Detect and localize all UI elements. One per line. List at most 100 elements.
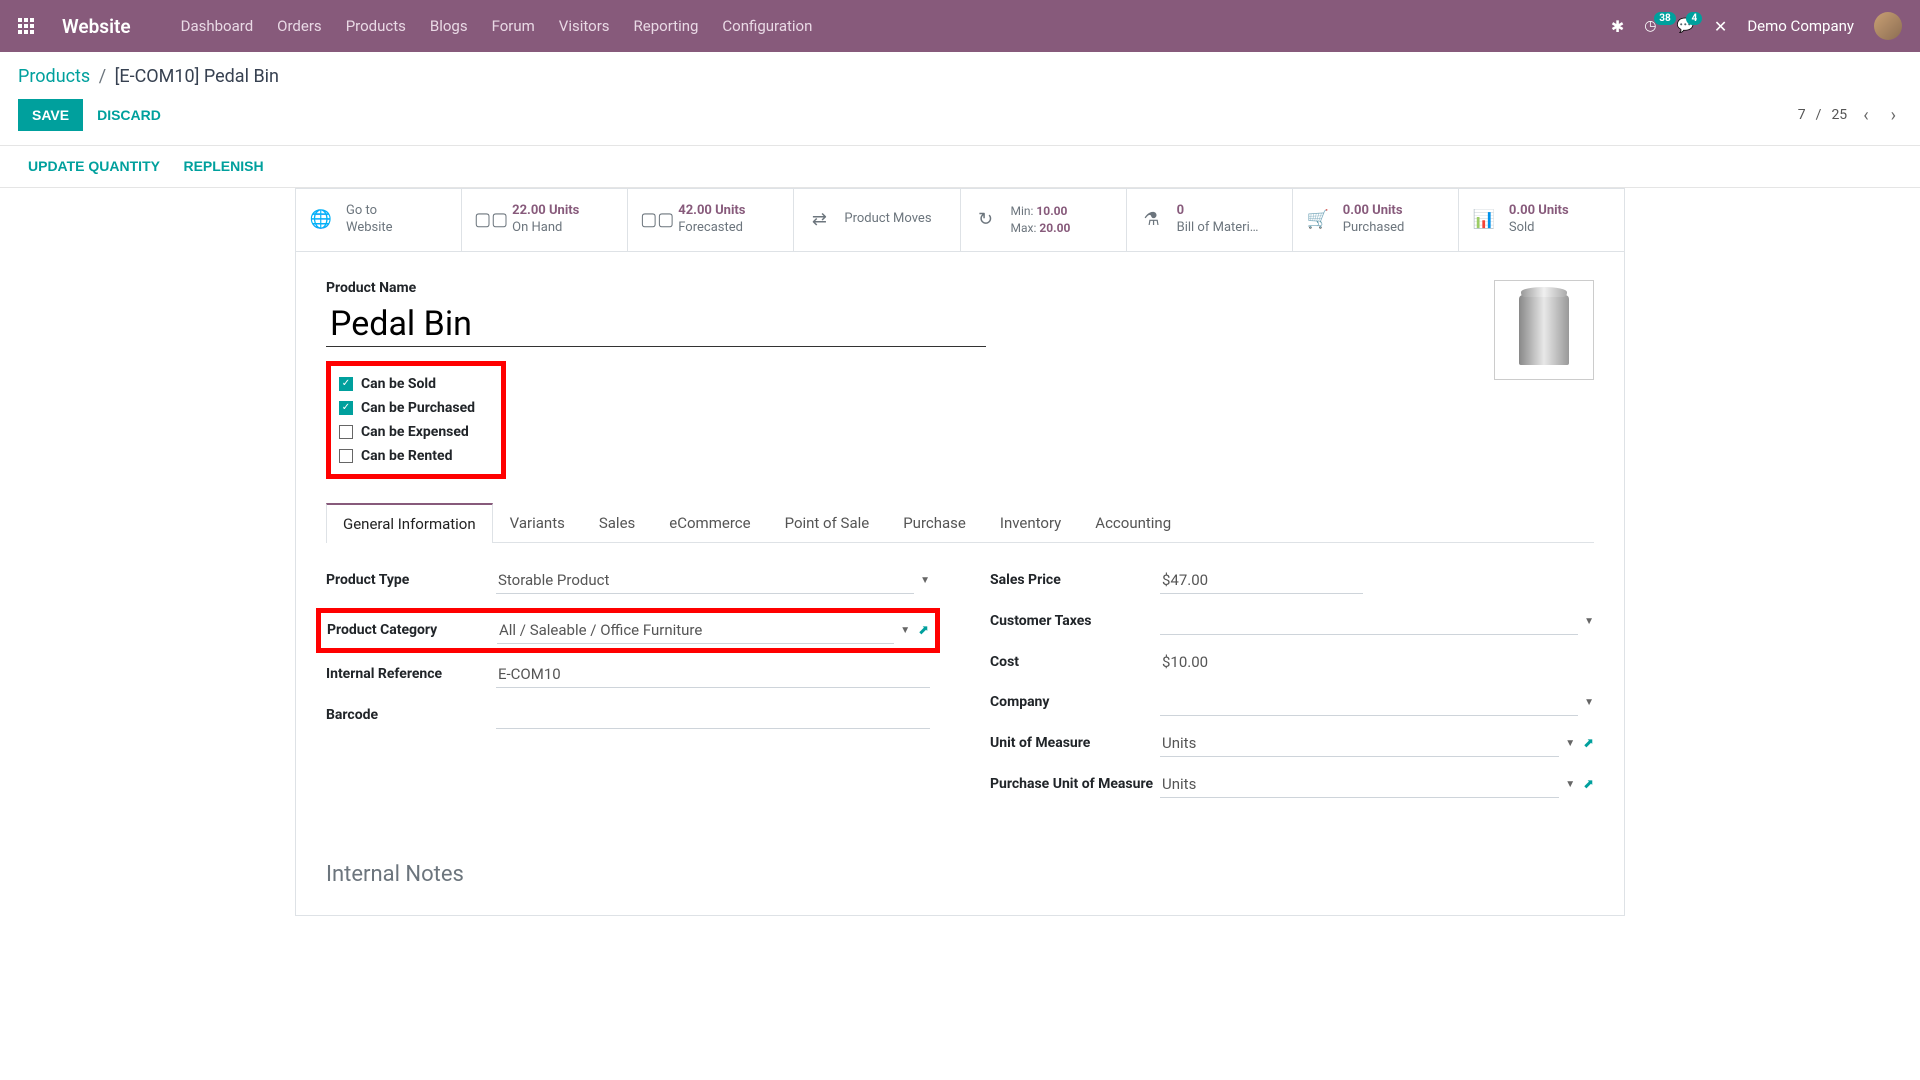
caret-icon: ▼ <box>1584 616 1594 627</box>
arrows-icon: ⇄ <box>806 209 832 230</box>
tab-variants[interactable]: Variants <box>493 503 582 542</box>
chat-badge[interactable]: 💬 4 <box>1676 18 1693 34</box>
tab-purchase[interactable]: Purchase <box>886 503 983 542</box>
timer-badge[interactable]: ◷ 38 <box>1644 18 1656 34</box>
row-uom: Unit of Measure ▼ ⬈ <box>990 730 1594 757</box>
save-button[interactable]: SAVE <box>18 99 83 131</box>
nav-visitors[interactable]: Visitors <box>559 17 610 35</box>
caret-icon: ▼ <box>920 575 930 586</box>
stat-website[interactable]: 🌐 Go toWebsite <box>296 189 462 251</box>
uom-select[interactable]: ▼ <box>1160 730 1575 757</box>
company-name[interactable]: Demo Company <box>1747 17 1854 35</box>
row-customer-taxes: Customer Taxes ▼ <box>990 608 1594 635</box>
tab-sales[interactable]: Sales <box>582 503 652 542</box>
tab-accounting[interactable]: Accounting <box>1078 503 1188 542</box>
timer-count: 38 <box>1654 12 1675 25</box>
stat-minmax[interactable]: ↻ Min: 10.00Max: 20.00 <box>961 189 1127 251</box>
tab-inventory[interactable]: Inventory <box>983 503 1078 542</box>
nav-right: ✱ ◷ 38 💬 4 ✕ Demo Company <box>1611 12 1902 40</box>
row-sales-price: Sales Price <box>990 567 1594 594</box>
nav-configuration[interactable]: Configuration <box>722 17 812 35</box>
apps-grid-icon[interactable] <box>18 18 34 34</box>
stat-bom[interactable]: ⚗ 0Bill of Materi… <box>1127 189 1293 251</box>
discard-button[interactable]: DISCARD <box>83 99 175 131</box>
top-navbar: Website Dashboard Orders Products Blogs … <box>0 0 1920 52</box>
product-name-label: Product Name <box>326 280 1594 296</box>
boxes-icon: ▢▢ <box>474 209 500 230</box>
row-product-type: Product Type ▼ <box>326 567 930 594</box>
check-purchased[interactable]: ✓Can be Purchased <box>339 396 495 420</box>
pager-sep: / <box>1816 107 1822 123</box>
close-icon[interactable]: ✕ <box>1714 17 1727 36</box>
tab-general[interactable]: General Information <box>326 503 493 543</box>
refresh-icon: ↻ <box>973 209 999 230</box>
nav-dashboard[interactable]: Dashboard <box>181 17 254 35</box>
checkbox-icon <box>339 449 353 463</box>
action-row: SAVE DISCARD 7 / 25 ‹ › <box>0 91 1920 146</box>
external-link-icon[interactable]: ⬈ <box>918 623 929 638</box>
row-company: Company ▼ <box>990 689 1594 716</box>
tab-pos[interactable]: Point of Sale <box>768 503 887 542</box>
external-link-icon[interactable]: ⬈ <box>1583 736 1594 751</box>
customer-taxes-select[interactable]: ▼ <box>1160 608 1594 635</box>
bug-icon[interactable]: ✱ <box>1611 17 1624 36</box>
sales-price-input[interactable] <box>1160 567 1363 594</box>
tab-ecommerce[interactable]: eCommerce <box>652 503 767 542</box>
avatar[interactable] <box>1874 12 1902 40</box>
breadcrumb-sep: / <box>99 66 106 87</box>
pager: 7 / 25 ‹ › <box>1798 105 1902 126</box>
barcode-input[interactable] <box>496 702 930 729</box>
capability-checks: ✓Can be Sold ✓Can be Purchased Can be Ex… <box>326 361 506 479</box>
external-link-icon[interactable]: ⬈ <box>1583 777 1594 792</box>
nav-orders[interactable]: Orders <box>277 17 322 35</box>
nav-products[interactable]: Products <box>346 17 406 35</box>
form-area: Product Name ✓Can be Sold ✓Can be Purcha… <box>295 251 1625 916</box>
replenish-button[interactable]: REPLENISH <box>183 158 263 174</box>
bars-icon: 📊 <box>1471 209 1497 230</box>
checkbox-icon: ✓ <box>339 401 353 415</box>
pager-current: 7 <box>1798 107 1806 123</box>
update-quantity-button[interactable]: UPDATE QUANTITY <box>28 158 160 174</box>
checkbox-icon: ✓ <box>339 377 353 391</box>
stat-moves[interactable]: ⇄ Product Moves <box>794 189 960 251</box>
pager-prev-icon[interactable]: ‹ <box>1857 105 1874 126</box>
brand-title[interactable]: Website <box>62 15 131 38</box>
row-cost: Cost <box>990 649 1594 675</box>
nav-blogs[interactable]: Blogs <box>430 17 468 35</box>
row-barcode: Barcode <box>326 702 930 729</box>
stat-sold[interactable]: 📊 0.00 UnitsSold <box>1459 189 1624 251</box>
check-expensed[interactable]: Can be Expensed <box>339 420 495 444</box>
product-type-select[interactable]: ▼ <box>496 567 930 594</box>
internal-ref-input[interactable] <box>496 661 930 688</box>
product-category-select[interactable]: ▼ <box>497 617 910 644</box>
chat-count: 4 <box>1686 12 1702 25</box>
row-product-category-highlight: Product Category ▼ ⬈ <box>316 608 940 653</box>
product-name-input[interactable] <box>326 302 986 347</box>
nav-links: Dashboard Orders Products Blogs Forum Vi… <box>181 17 813 35</box>
check-sold[interactable]: ✓Can be Sold <box>339 372 495 396</box>
company-select[interactable]: ▼ <box>1160 689 1594 716</box>
breadcrumb-bar: Products / [E-COM10] Pedal Bin <box>0 52 1920 91</box>
row-internal-ref: Internal Reference <box>326 661 930 688</box>
caret-icon: ▼ <box>1565 779 1575 790</box>
globe-icon: 🌐 <box>308 209 334 230</box>
breadcrumb-current: [E-COM10] Pedal Bin <box>115 66 279 87</box>
nav-reporting[interactable]: Reporting <box>634 17 699 35</box>
stat-forecast[interactable]: ▢▢ 42.00 UnitsForecasted <box>628 189 794 251</box>
caret-icon: ▼ <box>1565 738 1575 749</box>
flask-icon: ⚗ <box>1139 209 1165 230</box>
puom-select[interactable]: ▼ <box>1160 771 1575 798</box>
product-thumbnail[interactable] <box>1494 280 1594 380</box>
row-puom: Purchase Unit of Measure ▼ ⬈ <box>990 771 1594 798</box>
boxes-icon: ▢▢ <box>640 209 666 230</box>
nav-forum[interactable]: Forum <box>492 17 535 35</box>
breadcrumb-root[interactable]: Products <box>18 66 90 87</box>
cost-input[interactable] <box>1160 649 1363 675</box>
stat-purchased[interactable]: 🛒 0.00 UnitsPurchased <box>1293 189 1459 251</box>
caret-icon: ▼ <box>900 625 910 636</box>
stat-onhand[interactable]: ▢▢ 22.00 UnitsOn Hand <box>462 189 628 251</box>
internal-notes-heading: Internal Notes <box>326 862 1594 887</box>
pager-next-icon[interactable]: › <box>1885 105 1902 126</box>
check-rented[interactable]: Can be Rented <box>339 444 495 468</box>
pager-total: 25 <box>1831 107 1847 123</box>
